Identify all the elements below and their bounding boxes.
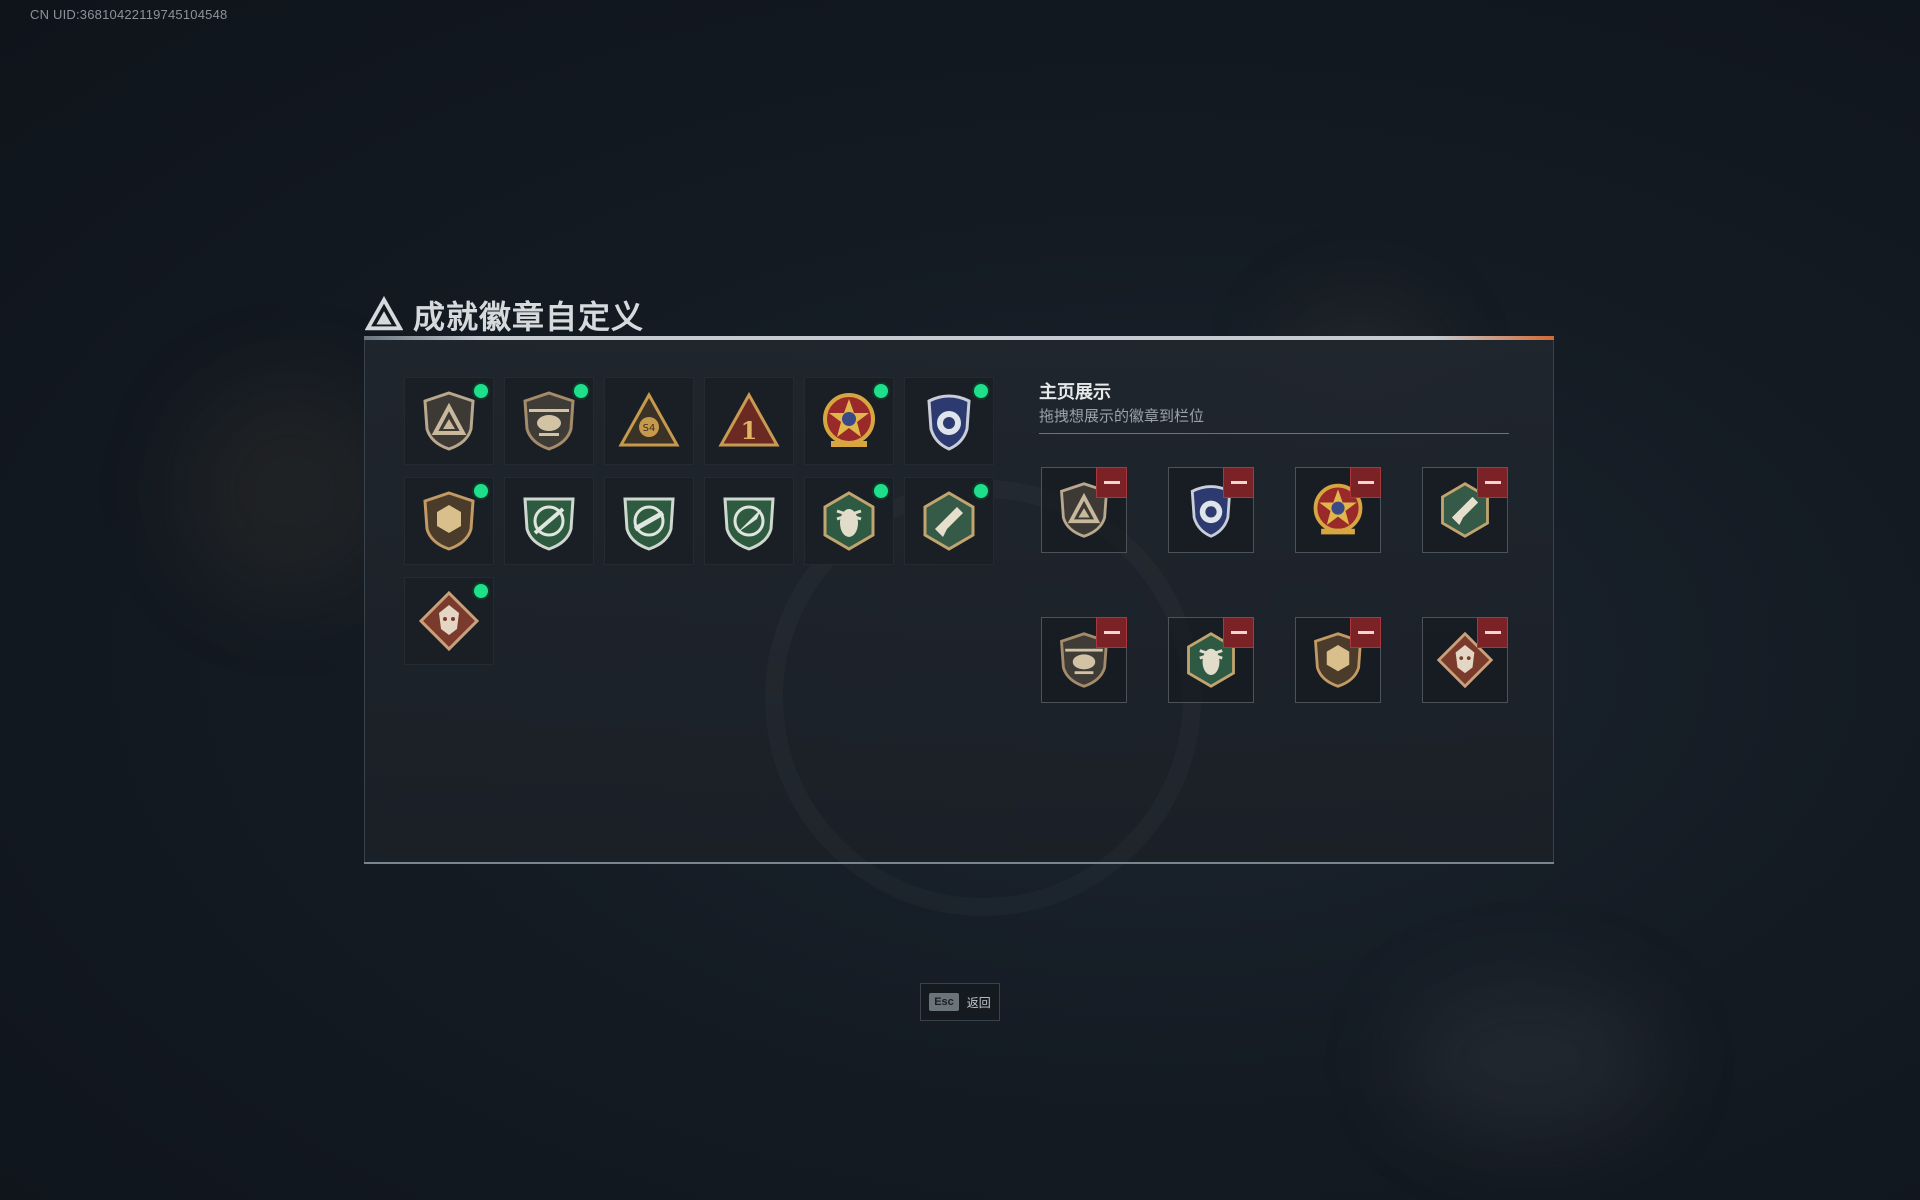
svg-text:S4: S4: [643, 423, 656, 434]
showcase-slot[interactable]: [1168, 467, 1254, 553]
player-uid: CN UID:36810422119745104548: [30, 7, 228, 22]
green-hex-wasp-badge-icon: [823, 491, 875, 551]
badge-slot[interactable]: [704, 477, 794, 565]
remove-badge-button[interactable]: [1350, 617, 1381, 648]
red-dragon-badge-icon: [418, 590, 480, 652]
equipped-indicator: [574, 384, 588, 398]
equipped-indicator: [974, 384, 988, 398]
badge-slot[interactable]: [504, 477, 594, 565]
rank-one-triangle-badge-icon: 1: [718, 391, 780, 447]
minus-icon: [1484, 631, 1501, 634]
badge-slot[interactable]: [404, 377, 494, 465]
showcase-divider: [1039, 433, 1509, 434]
page-title: 成就徽章自定义: [413, 299, 645, 335]
badge-slot[interactable]: 1: [704, 377, 794, 465]
remove-badge-button[interactable]: [1477, 467, 1508, 498]
green-crosshair-rifle-badge-icon: [623, 497, 675, 551]
equipped-indicator: [974, 484, 988, 498]
badge-slot[interactable]: [404, 477, 494, 565]
bronze-hex-shield-badge-icon: [423, 491, 475, 551]
badge-slot[interactable]: [804, 477, 894, 565]
green-hex-gun-badge-icon: [923, 491, 975, 551]
badge-slot[interactable]: S4: [604, 377, 694, 465]
remove-badge-button[interactable]: [1477, 617, 1508, 648]
badge-slot[interactable]: [804, 377, 894, 465]
delta-shield-badge-icon: [423, 391, 475, 451]
green-crosshair-knife-badge-icon: [723, 497, 775, 551]
equipped-indicator: [874, 484, 888, 498]
badge-slot[interactable]: [404, 577, 494, 665]
star-skull-medal-badge-icon: [823, 393, 875, 447]
minus-icon: [1103, 481, 1120, 484]
esc-key-hint: Esc: [929, 993, 959, 1011]
minus-icon: [1484, 481, 1501, 484]
equipped-indicator: [874, 384, 888, 398]
showcase-slot[interactable]: [1041, 467, 1127, 553]
blue-police-badge-icon: [927, 394, 971, 451]
remove-badge-button[interactable]: [1223, 467, 1254, 498]
s4-triangle-badge-icon: S4: [618, 391, 680, 447]
panel-top-border: [364, 336, 1554, 340]
panel-bottom-border: [364, 862, 1554, 864]
badge-slot[interactable]: [604, 477, 694, 565]
showcase-slot[interactable]: [1295, 617, 1381, 703]
remove-badge-button[interactable]: [1223, 617, 1254, 648]
badge-slot[interactable]: [904, 377, 994, 465]
equipped-indicator: [474, 484, 488, 498]
showcase-slot[interactable]: [1422, 617, 1508, 703]
showcase-slot[interactable]: [1422, 467, 1508, 553]
minus-icon: [1357, 481, 1374, 484]
showcase-subtitle: 拖拽想展示的徽章到栏位: [1039, 408, 1205, 425]
remove-badge-button[interactable]: [1096, 617, 1127, 648]
showcase-slot[interactable]: [1168, 617, 1254, 703]
helicopter-badge-icon: [523, 391, 575, 451]
svg-text:1: 1: [741, 416, 758, 445]
minus-icon: [1230, 631, 1247, 634]
remove-badge-button[interactable]: [1350, 467, 1381, 498]
showcase-title: 主页展示: [1039, 382, 1111, 402]
remove-badge-button[interactable]: [1096, 467, 1127, 498]
delta-logo-icon: [365, 296, 403, 331]
back-label: 返回: [966, 995, 991, 1010]
badge-slot[interactable]: [504, 377, 594, 465]
equipped-indicator: [474, 384, 488, 398]
equipped-indicator: [474, 584, 488, 598]
back-button[interactable]: Esc 返回: [920, 983, 1000, 1021]
showcase-slot[interactable]: [1295, 467, 1381, 553]
badge-slot[interactable]: [904, 477, 994, 565]
minus-icon: [1357, 631, 1374, 634]
minus-icon: [1103, 631, 1120, 634]
minus-icon: [1230, 481, 1247, 484]
showcase-slot[interactable]: [1041, 617, 1127, 703]
green-crosshair-sniper-badge-icon: [523, 497, 575, 551]
page-header: 成就徽章自定义: [365, 292, 644, 338]
